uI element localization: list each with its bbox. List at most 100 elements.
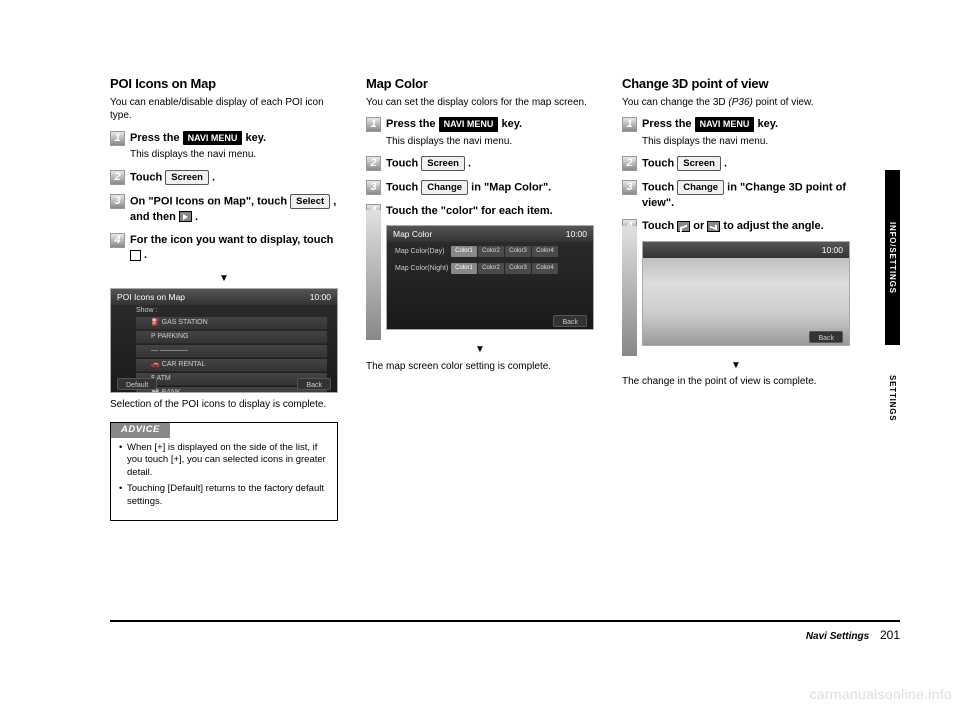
heading-poi: POI Icons on Map (110, 75, 338, 93)
step-4: 4 For the icon you want to display, touc… (110, 233, 338, 264)
arrow-down-icon: ▼ (622, 359, 850, 373)
advice-box: ADVICE When [+] is displayed on the side… (110, 422, 338, 521)
step-4: 4 Touch the "color" for each item. Map C… (366, 204, 594, 335)
change-button: Change (421, 180, 468, 195)
screen-button: Screen (421, 156, 465, 171)
angle-down-icon (707, 221, 720, 232)
navi-menu-key: NAVI MENU (183, 131, 243, 146)
ss-title: POI Icons on Map (117, 292, 185, 302)
ss-row-gas: ⛽ GAS STATION (136, 317, 327, 330)
swatch-day-3: Color3 (505, 246, 531, 257)
ss-back-button: Back (297, 378, 331, 390)
screen-button: Screen (165, 170, 209, 185)
caption-poi: Selection of the POI icons to display is… (110, 398, 338, 412)
ss-clock: 10:00 (822, 245, 843, 255)
step-2: 2 Touch Screen . (622, 156, 850, 172)
step-number-3: 3 (110, 194, 125, 209)
step3-text: Touch Change in "Map Color". (386, 180, 594, 196)
side-tab-info-settings: INFO/SETTINGS (885, 170, 900, 345)
ss-back-button: Back (553, 315, 587, 327)
ss-day-label: Map Color(Day) (395, 247, 450, 256)
step2-text: Touch Screen . (386, 156, 594, 172)
side-tab-settings: SETTINGS (885, 365, 900, 431)
page-number: 201 (880, 628, 900, 642)
caption-map-color: The map screen color setting is complete… (366, 360, 594, 374)
ss-row-blank: — ———— (136, 345, 327, 358)
ss-show-label: Show : (111, 305, 337, 316)
step-3: 3 On "POI Icons on Map", touch Select , … (110, 194, 338, 225)
manual-page: POI Icons on Map You can enable/disable … (110, 75, 850, 521)
screenshot-map-color: Map Color 10:00 Map Color(Day) Color1 Co… (386, 225, 594, 330)
watermark: carmanualsonline.info (810, 686, 953, 702)
heading-3d: Change 3D point of view (622, 75, 850, 93)
screenshot-3d-view: 10:00 Back (642, 241, 850, 346)
step3-text: On "POI Icons on Map", touch Select , an… (130, 194, 338, 225)
ss-clock: 10:00 (310, 292, 331, 302)
step-3: 3 Touch Change in "Map Color". (366, 180, 594, 196)
step2-text: Touch Screen . (130, 170, 338, 186)
swatch-night-4: Color4 (532, 263, 558, 274)
step4-text: Touch the "color" for each item. (386, 204, 594, 219)
play-icon (179, 211, 192, 222)
step-number-1: 1 (366, 117, 381, 132)
step2-text: Touch Screen . (642, 156, 850, 172)
ss-row-parking: P PARKING (136, 331, 327, 344)
intro-map-color: You can set the display colors for the m… (366, 96, 594, 110)
ss-default-button: Default (117, 378, 157, 390)
footer-rule (110, 620, 900, 622)
step4-text: For the icon you want to display, touch … (130, 233, 338, 264)
navi-menu-key: NAVI MENU (439, 117, 499, 132)
swatch-day-1: Color1 (451, 246, 477, 257)
step-1: 1 Press the NAVI MENU key. This displays… (110, 131, 338, 162)
step-number-3: 3 (366, 180, 381, 195)
step-3: 3 Touch Change in "Change 3D point of vi… (622, 180, 850, 211)
intro-3d: You can change the 3D (P36) point of vie… (622, 96, 850, 110)
step-1: 1 Press the NAVI MENU key. This displays… (622, 117, 850, 148)
step-number-2: 2 (110, 170, 125, 185)
screen-button: Screen (677, 156, 721, 171)
swatch-night-1: Color1 (451, 263, 477, 274)
advice-title: ADVICE (111, 423, 170, 438)
step-number-2: 2 (622, 156, 637, 171)
advice-item-2: Touching [Default] returns to the factor… (119, 483, 329, 509)
content-columns: POI Icons on Map You can enable/disable … (110, 75, 850, 521)
step1-desc: This displays the navi menu. (386, 135, 594, 149)
intro-poi: You can enable/disable display of each P… (110, 96, 338, 123)
change-button: Change (677, 180, 724, 195)
step-number-1: 1 (110, 131, 125, 146)
step-2: 2 Touch Screen . (110, 170, 338, 186)
step3-text: Touch Change in "Change 3D point of view… (642, 180, 850, 211)
checkbox-icon (130, 250, 141, 261)
step-4: 4 Touch or to adjust the angle. 10:00 (622, 219, 850, 350)
swatch-day-2: Color2 (478, 246, 504, 257)
step1-text: Press the NAVI MENU key. (642, 117, 850, 133)
step-1: 1 Press the NAVI MENU key. This displays… (366, 117, 594, 148)
arrow-down-icon: ▼ (110, 272, 338, 286)
footer-label: Navi Settings 201 (806, 628, 900, 642)
select-button: Select (290, 194, 330, 209)
step-number-2: 2 (366, 156, 381, 171)
advice-item-1: When [+] is displayed on the side of the… (119, 442, 329, 480)
step-2: 2 Touch Screen . (366, 156, 594, 172)
column-3d-view: Change 3D point of view You can change t… (622, 75, 850, 521)
swatch-night-3: Color3 (505, 263, 531, 274)
column-map-color: Map Color You can set the display colors… (366, 75, 594, 521)
ss-clock: 10:00 (566, 229, 587, 239)
step-number-3: 3 (622, 180, 637, 195)
swatch-night-2: Color2 (478, 263, 504, 274)
navi-menu-key: NAVI MENU (695, 117, 755, 132)
step1-text: Press the NAVI MENU key. (130, 131, 338, 147)
swatch-day-4: Color4 (532, 246, 558, 257)
angle-up-icon (677, 221, 690, 232)
screenshot-poi-list: POI Icons on Map 10:00 Show : ⛽ GAS STAT… (110, 288, 338, 393)
column-poi-icons: POI Icons on Map You can enable/disable … (110, 75, 338, 521)
ss-title: Map Color (393, 229, 432, 239)
step-number-1: 1 (622, 117, 637, 132)
footer-section: Navi Settings (806, 631, 869, 642)
step1-text: Press the NAVI MENU key. (386, 117, 594, 133)
caption-3d: The change in the point of view is compl… (622, 375, 850, 389)
ss-row-car-rental: 🚗 CAR RENTAL (136, 359, 327, 372)
step1-desc: This displays the navi menu. (642, 135, 850, 149)
ss-back-button: Back (809, 331, 843, 343)
step1-desc: This displays the navi menu. (130, 148, 338, 162)
